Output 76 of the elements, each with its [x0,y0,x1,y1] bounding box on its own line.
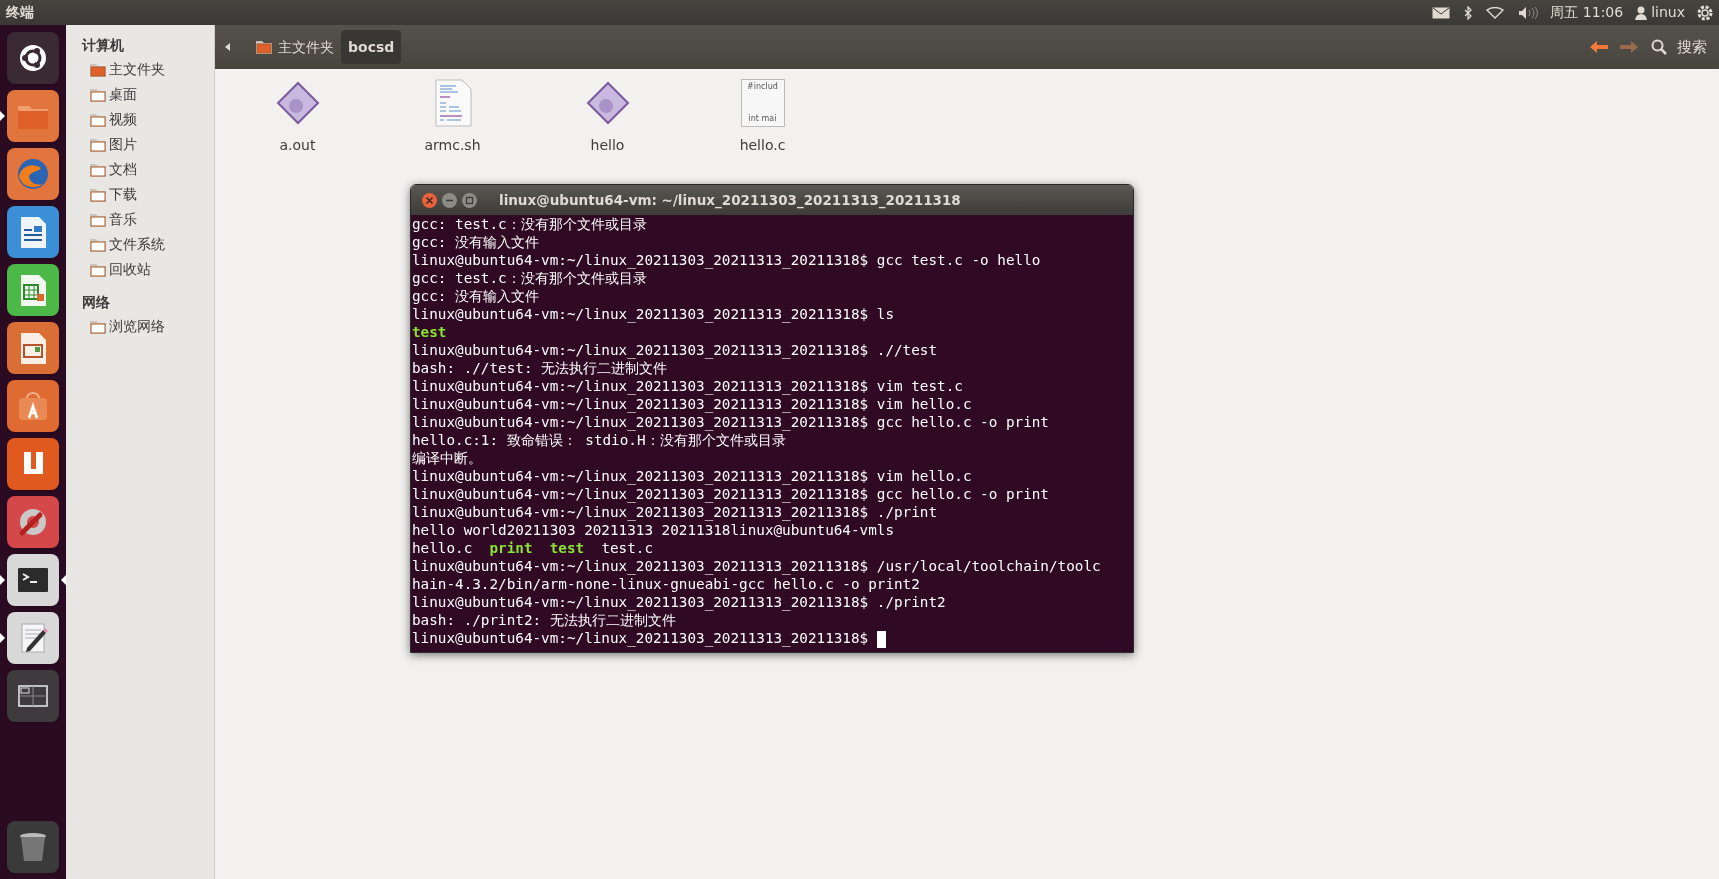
sidebar-item[interactable]: 图片 [82,132,214,157]
terminal-line: gcc: test.c：没有那个文件或目录 [412,215,647,235]
mail-icon[interactable] [1432,6,1451,19]
folder-icon [90,212,106,227]
sidebar-item[interactable]: 文件系统 [82,232,214,257]
executable-icon [585,81,630,125]
search-icon[interactable] [1651,39,1667,55]
sidebar-item[interactable]: 音乐 [82,207,214,232]
terminal-line: linux@ubuntu64-vm:~/linux_20211303_20211313_20211318$ vim hello.c [412,467,972,487]
terminal-line: 编译中断。 [412,449,482,469]
folder-icon [90,187,106,202]
breadcrumb[interactable]: 主文件夹 [249,30,341,64]
terminal-line: hello.c print test test.c [412,539,654,559]
window-title: 终端 [6,3,34,22]
launcher-item[interactable] [0,554,66,606]
home-folder-icon [90,62,106,77]
sidebar-item[interactable]: 浏览网络 [82,314,214,339]
terminal-line: linux@ubuntu64-vm:~/linux_20211303_20211313_20211318$ gcc hello.c -o print [412,413,1049,433]
clock[interactable]: 周五 11:06 [1550,2,1624,23]
folder-icon [90,319,106,334]
folder-icon [90,137,106,152]
sidebar-item[interactable]: 桌面 [82,82,214,107]
terminal-line: gcc: 没有输入文件 [412,233,540,253]
terminal-line: linux@ubuntu64-vm:~/linux_20211303_20211313_20211318$ ./print2 [412,593,946,613]
folder-icon [90,237,106,252]
file-item[interactable]: #includ int mai hello.c [685,79,840,156]
sidebar-item[interactable]: 回收站 [82,257,214,282]
terminal-line: linux@ubuntu64-vm:~/linux_20211303_20211313_20211318$ vim hello.c [412,395,972,415]
terminal-line: gcc: test.c：没有那个文件或目录 [412,269,647,289]
script-file-icon [432,79,473,127]
terminal-line: bash: .//test: 无法执行二进制文件 [412,359,668,379]
user-icon[interactable] [1635,5,1648,20]
bluetooth-icon[interactable] [1464,5,1473,20]
preview-text: #includ [746,83,779,91]
home-folder-icon [256,40,272,54]
breadcrumb[interactable]: bocsd [341,30,402,64]
terminal-line: gcc: 没有输入文件 [412,287,540,307]
terminal-line: linux@ubuntu64-vm:~/linux_20211303_20211313_20211318$ gcc test.c -o hello [412,251,1041,271]
back-arrow-icon[interactable] [1589,40,1609,54]
maximize-icon[interactable] [461,191,478,209]
executable-icon [275,81,320,125]
terminal-line: bash: ./print2: 无法执行二进制文件 [412,611,676,631]
terminal-line: hain-4.3.2/bin/arm-none-linux-gnueabi-gcc hello.c -o print2 [412,575,920,595]
folder-icon [90,112,106,127]
sidebar-item[interactable]: 下载 [82,182,214,207]
search-label[interactable]: 搜索 [1677,35,1707,59]
terminal-line: hello.c:1: 致命错误： stdio.H：没有那个文件或目录 [412,431,786,451]
sidebar-heading: 计算机 [82,35,125,55]
preview-text: int mai [747,115,778,123]
terminal-line: linux@ubuntu64-vm:~/linux_20211303_20211313_20211318$ /usr/local/toolchain/toolc [412,557,1101,577]
terminal-line: hello world20211303 20211313 20211318linux@ubuntu64-vmls [412,521,895,541]
close-icon[interactable] [421,191,438,209]
file-item[interactable]: armc.sh [375,79,530,156]
sidebar-item[interactable]: 视频 [82,107,214,132]
power-gear-icon[interactable] [1697,4,1713,21]
terminal-line: linux@ubuntu64-vm:~/linux_20211303_20211313_20211318$ .//test [412,341,938,361]
minimize-icon[interactable] [441,191,458,209]
terminal-line: linux@ubuntu64-vm:~/linux_20211303_20211313_20211318$ ls [412,305,895,325]
folder-icon [90,162,106,177]
file-item[interactable]: a.out [220,79,375,156]
scroll-left-icon[interactable] [225,43,231,51]
folder-icon [90,262,106,277]
folder-icon [90,87,106,102]
terminal-line: linux@ubuntu64-vm:~/linux_20211303_20211313_20211318$ gcc hello.c -o print [412,485,1049,505]
user-name[interactable]: linux [1651,2,1685,23]
sidebar-heading: 网络 [82,292,111,312]
sidebar-item[interactable]: 文档 [82,157,214,182]
file-item[interactable]: hello [530,79,685,156]
terminal-line: linux@ubuntu64-vm:~/linux_20211303_20211313_20211318$ [412,629,870,649]
sidebar-item[interactable]: 主文件夹 [82,57,214,82]
terminal-line: linux@ubuntu64-vm:~/linux_20211303_20211313_20211318$ vim test.c [412,377,963,397]
volume-icon[interactable] [1518,5,1539,20]
terminal-line: linux@ubuntu64-vm:~/linux_20211303_20211313_20211318$ ./print [412,503,938,523]
wifi-icon[interactable] [1486,6,1505,19]
window-title: linux@ubuntu64-vm: ~/linux_20211303_20211313_20211318 [499,190,961,211]
terminal-line: test [412,323,447,343]
